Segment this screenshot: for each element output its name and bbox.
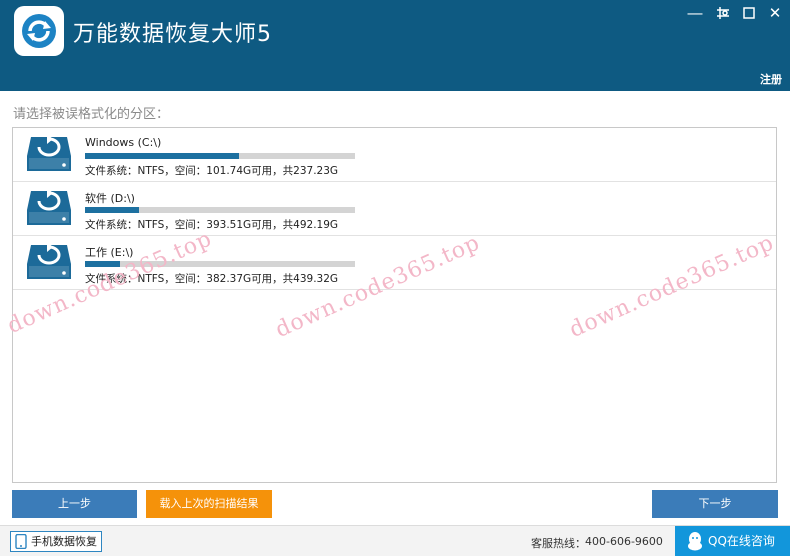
load-last-scan-button[interactable]: 载入上次的扫描结果 bbox=[146, 490, 272, 518]
partition-name: 软件 (D:\) bbox=[85, 192, 135, 205]
app-logo-icon bbox=[14, 6, 64, 56]
partition-item-c[interactable]: Windows (C:\) 文件系统：NTFS，空间：101.74G可用，共23… bbox=[13, 128, 776, 182]
prev-step-button[interactable]: 上一步 bbox=[12, 490, 137, 518]
title-bar: 万能数据恢复大师5 ― ✕ 注册 bbox=[0, 0, 790, 91]
disk-restore-icon bbox=[26, 188, 72, 232]
qq-consult-label: QQ在线咨询 bbox=[708, 534, 775, 548]
next-step-button[interactable]: 下一步 bbox=[652, 490, 778, 518]
partition-prompt: 请选择被误格式化的分区： bbox=[13, 107, 170, 122]
usage-bar bbox=[85, 261, 355, 267]
partition-info: 文件系统：NTFS，空间：382.37G可用，共439.32G bbox=[85, 273, 339, 285]
partition-list: Windows (C:\) 文件系统：NTFS，空间：101.74G可用，共23… bbox=[12, 127, 777, 483]
hotline-number: 400-606-9600 bbox=[585, 535, 663, 548]
usage-bar bbox=[85, 153, 355, 159]
qq-penguin-icon bbox=[688, 532, 702, 551]
partition-name: 工作 (E:\) bbox=[85, 246, 134, 259]
disk-restore-icon bbox=[26, 242, 72, 286]
mobile-recovery-button[interactable]: 手机数据恢复 bbox=[10, 531, 102, 552]
qq-consult-button[interactable]: QQ在线咨询 bbox=[675, 526, 790, 556]
usage-bar bbox=[85, 207, 355, 213]
partition-info: 文件系统：NTFS，空间：393.51G可用，共492.19G bbox=[85, 219, 339, 231]
close-icon[interactable]: ✕ bbox=[765, 3, 785, 23]
partition-info: 文件系统：NTFS，空间：101.74G可用，共237.23G bbox=[85, 165, 339, 177]
hotline-label: 客服热线： bbox=[531, 537, 586, 550]
app-title: 万能数据恢复大师5 bbox=[73, 22, 272, 47]
partition-name: Windows (C:\) bbox=[85, 136, 162, 149]
mobile-recovery-label: 手机数据恢复 bbox=[31, 535, 97, 548]
partition-item-e[interactable]: 工作 (E:\) 文件系统：NTFS，空间：382.37G可用，共439.32G bbox=[13, 236, 776, 290]
register-link[interactable]: 注册 bbox=[760, 71, 782, 87]
settings-icon[interactable] bbox=[713, 3, 733, 23]
maximize-icon[interactable] bbox=[739, 3, 759, 23]
minimize-icon[interactable]: ― bbox=[685, 3, 705, 23]
phone-icon bbox=[15, 534, 27, 549]
footer-bar: 手机数据恢复 客服热线： 400-606-9600 QQ在线咨询 bbox=[0, 525, 790, 556]
disk-restore-icon bbox=[26, 134, 72, 178]
partition-item-d[interactable]: 软件 (D:\) 文件系统：NTFS，空间：393.51G可用，共492.19G bbox=[13, 182, 776, 236]
